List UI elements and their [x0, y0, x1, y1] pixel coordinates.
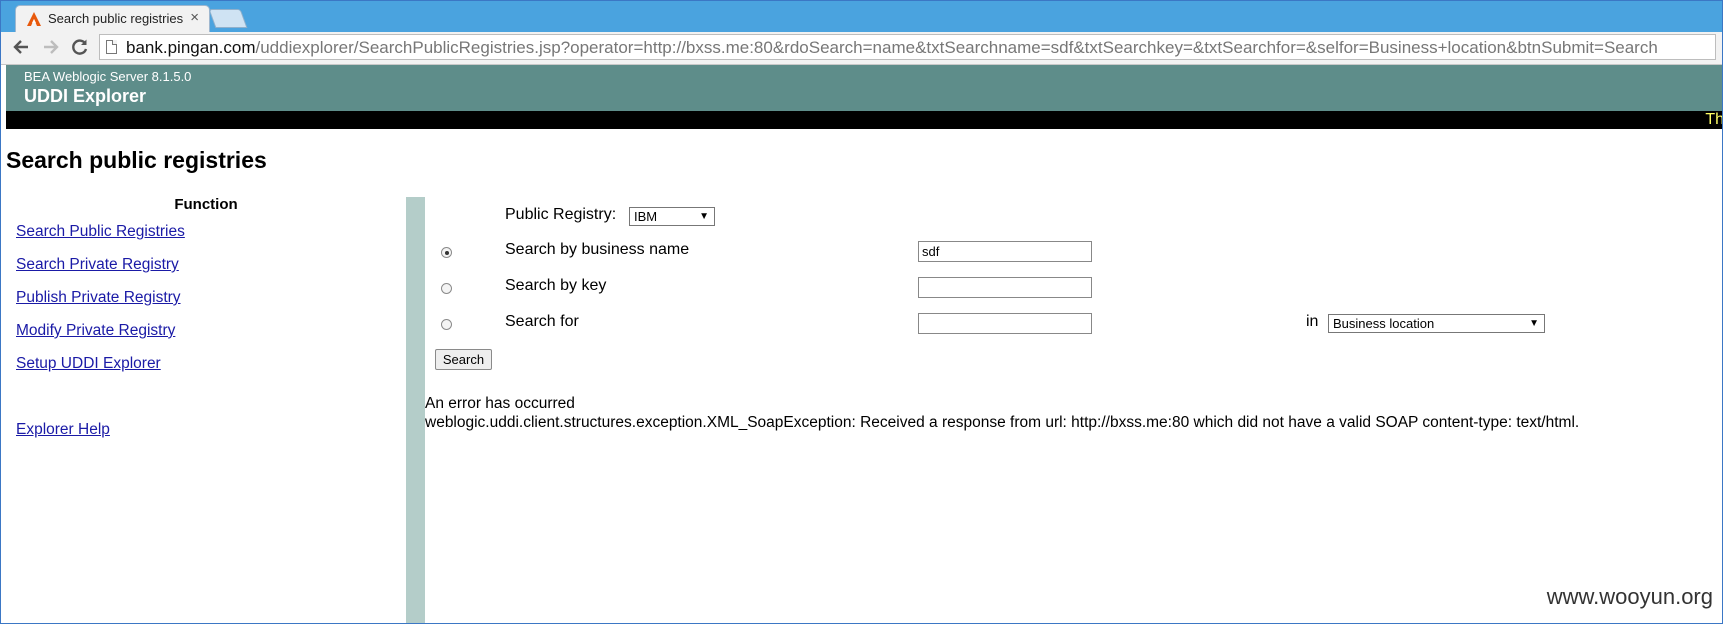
back-arrow-icon[interactable] [9, 35, 33, 59]
reload-icon[interactable] [68, 35, 92, 59]
dropdown-arrow-icon: ▼ [699, 211, 709, 222]
url-path: /uddiexplorer/SearchPublicRegistries.jsp… [255, 38, 1658, 57]
new-tab-button[interactable] [208, 9, 248, 28]
radio-search-for[interactable] [441, 319, 452, 330]
radio-key[interactable] [441, 283, 452, 294]
url-text: bank.pingan.com/uddiexplorer/SearchPubli… [126, 38, 1658, 58]
page-title: Search public registries [6, 147, 267, 173]
key-input[interactable] [918, 277, 1092, 298]
forward-arrow-icon[interactable] [39, 35, 63, 59]
in-label: in [1306, 313, 1319, 330]
location-select-value: Business location [1333, 316, 1435, 331]
dropdown-arrow-icon: ▼ [1529, 318, 1539, 329]
sidebar-item-publish-private-registry[interactable]: Publish Private Registry [16, 289, 181, 307]
business-name-input[interactable]: sdf [918, 241, 1092, 262]
product-version: BEA Weblogic Server 8.1.5.0 [24, 69, 192, 84]
browser-toolbar: bank.pingan.com/uddiexplorer/SearchPubli… [1, 32, 1722, 65]
registry-label: Public Registry: [505, 206, 617, 223]
registry-select-value: IBM [634, 209, 658, 224]
app-title: UDDI Explorer [24, 86, 147, 106]
close-icon[interactable]: × [190, 9, 199, 26]
option-label-search-for: Search for [505, 313, 579, 330]
ticker-text: Th [1705, 111, 1723, 128]
sidebar-heading: Function [174, 196, 238, 213]
search-for-input[interactable] [918, 313, 1092, 334]
error-title: An error has occurred [425, 395, 575, 412]
header-banner: BEA Weblogic Server 8.1.5.0 UDDI Explore… [6, 65, 1722, 111]
sidebar-item-search-public-registries[interactable]: Search Public Registries [16, 223, 185, 241]
option-label-business-name: Search by business name [505, 241, 690, 258]
sidebar-item-setup-uddi-explorer[interactable]: Setup UDDI Explorer [16, 355, 161, 373]
tab-search-public-registries[interactable]: Search public registries × [15, 5, 210, 32]
ticker-bar: Th [6, 111, 1723, 129]
option-label-key: Search by key [505, 277, 607, 294]
url-host: bank.pingan.com [126, 38, 256, 57]
address-bar[interactable]: bank.pingan.com/uddiexplorer/SearchPubli… [99, 34, 1716, 60]
watermark: www.wooyun.org [1546, 584, 1713, 609]
page-icon [106, 40, 117, 54]
divider [406, 197, 425, 623]
sidebar-item-modify-private-registry[interactable]: Modify Private Registry [16, 322, 175, 340]
registry-select[interactable]: IBM ▼ [629, 207, 715, 226]
error-detail: weblogic.uddi.client.structures.exceptio… [425, 414, 1580, 431]
tab-title: Search public registries [48, 11, 184, 26]
tab-strip: Search public registries × [1, 1, 1722, 32]
sidebar-item-explorer-help[interactable]: Explorer Help [16, 421, 110, 439]
sidebar-item-search-private-registry[interactable]: Search Private Registry [16, 256, 179, 274]
location-select[interactable]: Business location ▼ [1328, 314, 1545, 333]
weblogic-logo-icon [27, 12, 41, 26]
search-button[interactable]: Search [435, 349, 492, 370]
browser-window: Search public registries × bank.pingan.c… [0, 0, 1723, 624]
radio-business-name[interactable] [441, 247, 452, 258]
